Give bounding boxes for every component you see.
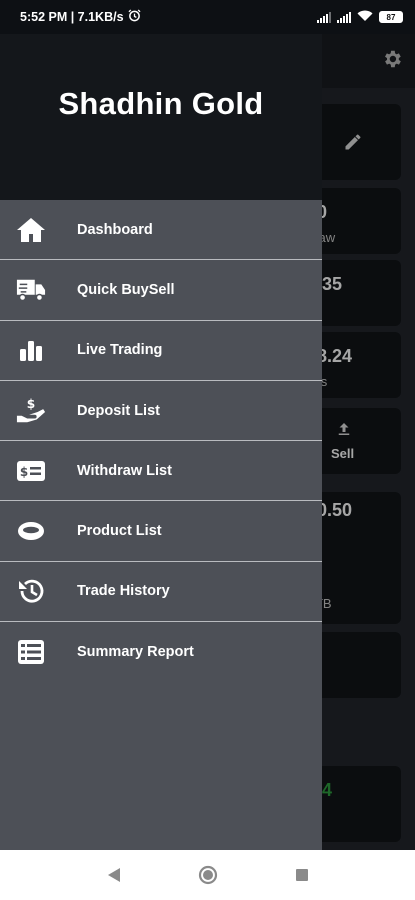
status-time-speed: 5:52 PM | 7.1KB/s — [20, 10, 124, 24]
svg-text:$: $ — [27, 397, 35, 411]
list-icon — [16, 637, 46, 667]
menu-label-live-trading: Live Trading — [77, 342, 163, 359]
home-button-icon[interactable] — [197, 864, 219, 886]
battery-icon: 87 — [379, 11, 403, 23]
drawer-title: Shadhin Gold — [58, 86, 264, 121]
svg-text:$: $ — [20, 465, 28, 479]
menu-item-product-list[interactable]: Product List — [0, 501, 322, 562]
recents-icon[interactable] — [291, 864, 313, 886]
bar-chart-icon — [16, 335, 46, 365]
menu-item-dashboard[interactable]: Dashboard — [0, 200, 322, 261]
menu-item-trade-history[interactable]: Trade History — [0, 562, 322, 623]
menu-item-deposit-list[interactable]: $ Deposit List — [0, 381, 322, 442]
deposit-hand-icon: $ — [16, 396, 46, 426]
money-bill-icon: $ — [16, 456, 46, 486]
menu-item-withdraw-list[interactable]: $ Withdraw List — [0, 441, 322, 502]
signal-icon-2 — [337, 11, 351, 23]
alarm-icon — [128, 9, 141, 25]
menu-item-live-trading[interactable]: Live Trading — [0, 321, 322, 381]
status-bar: 5:52 PM | 7.1KB/s 87 — [0, 0, 415, 34]
ring-icon — [16, 516, 46, 546]
menu-label-product-list: Product List — [77, 523, 162, 540]
system-navigation-bar — [0, 850, 415, 900]
history-icon — [16, 576, 46, 606]
menu-label-summary-report: Summary Report — [77, 644, 194, 661]
signal-icon-1 — [317, 11, 331, 23]
menu-label-deposit-list: Deposit List — [77, 402, 160, 419]
menu-label-trade-history: Trade History — [77, 583, 170, 600]
menu-label-dashboard: Dashboard — [77, 221, 153, 238]
drawer-header: Shadhin Gold — [0, 34, 322, 200]
home-icon — [16, 215, 46, 245]
menu-item-quick-buysell[interactable]: Quick BuySell — [0, 260, 322, 321]
truck-icon — [16, 275, 46, 305]
menu-label-withdraw-list: Withdraw List — [77, 462, 172, 479]
menu-item-summary-report[interactable]: Summary Report — [0, 622, 322, 682]
drawer-menu: Dashboard Quick BuySell Live Trading $ D… — [0, 200, 322, 682]
menu-label-quick-buysell: Quick BuySell — [77, 281, 175, 298]
back-icon[interactable] — [103, 864, 125, 886]
navigation-drawer: Shadhin Gold Dashboard Quick BuySell Liv… — [0, 34, 322, 850]
wifi-icon — [357, 10, 373, 25]
